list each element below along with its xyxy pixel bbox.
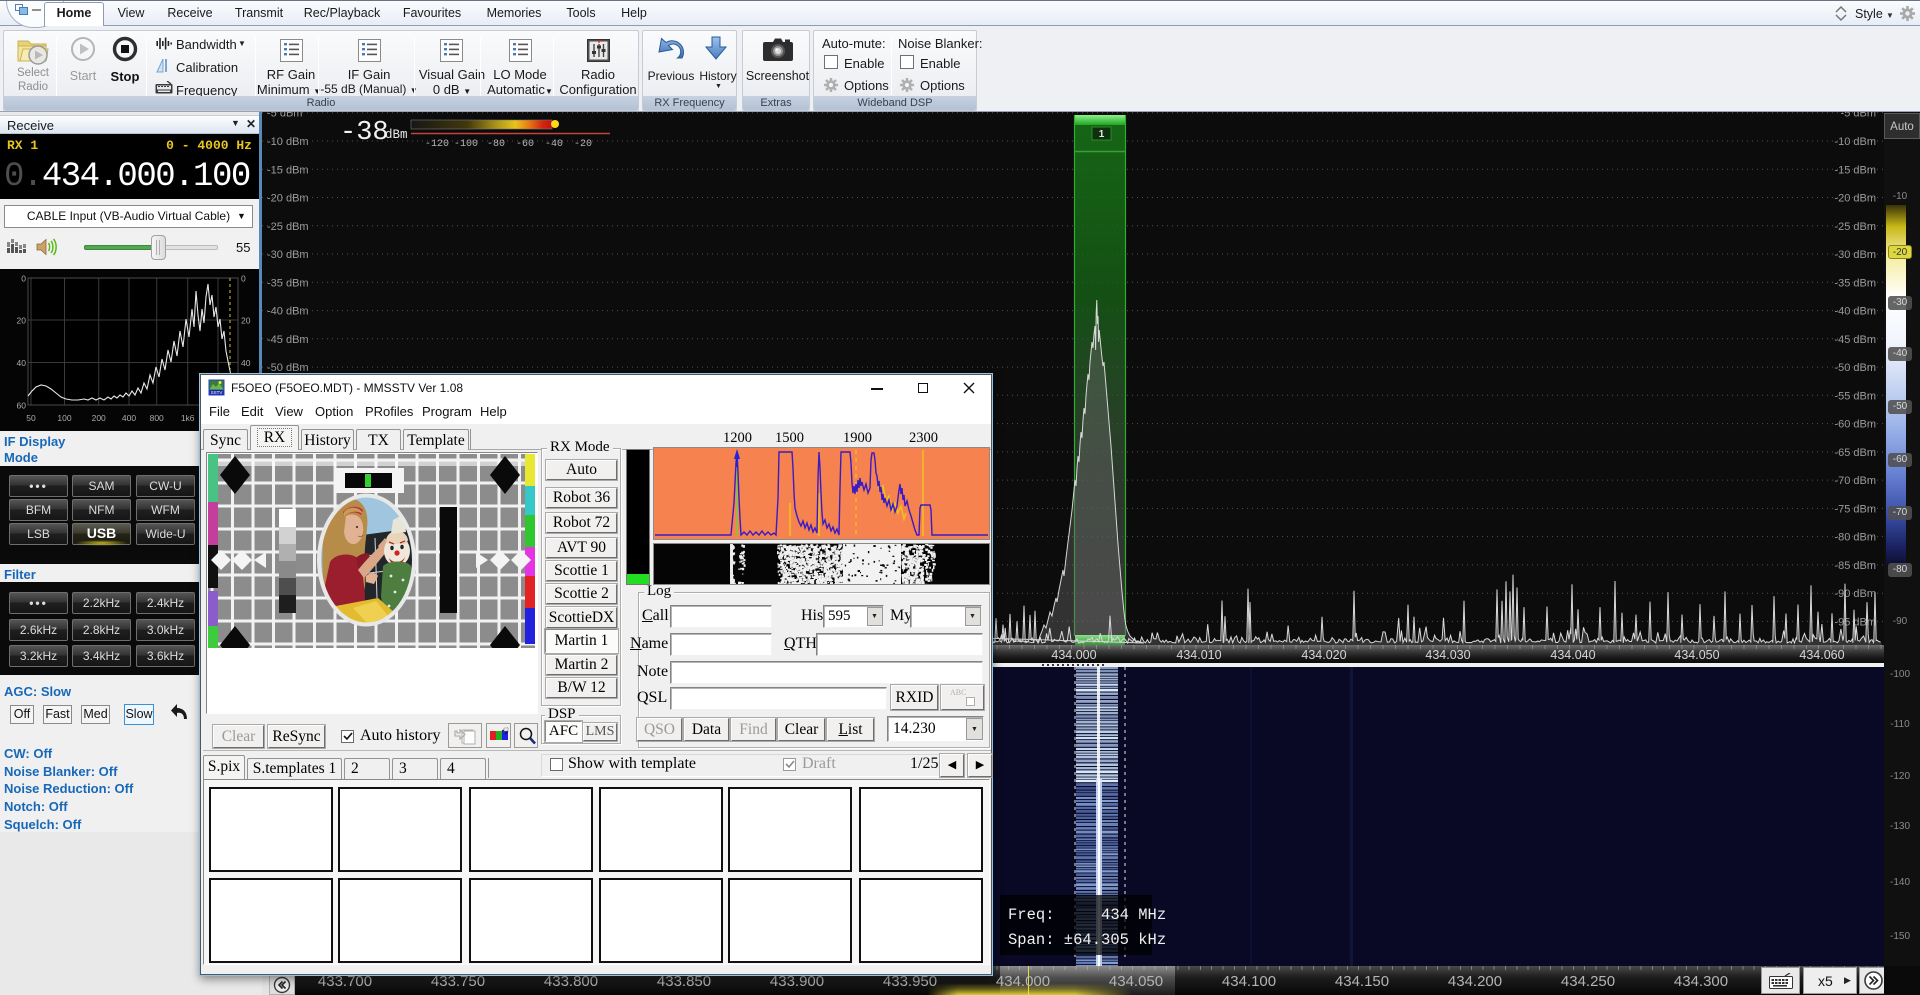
svg-text:-38: -38 <box>340 118 389 148</box>
svg-text:40: 40 <box>17 358 27 368</box>
svg-text:-30 dBm: -30 dBm <box>1834 249 1876 261</box>
svg-text:-20 dBm: -20 dBm <box>267 193 309 205</box>
svg-text:-15 dBm: -15 dBm <box>1834 164 1876 176</box>
svg-text:Span: ±64.305 kHz: Span: ±64.305 kHz <box>1008 931 1166 949</box>
svg-text:-10 dBm: -10 dBm <box>1834 136 1876 148</box>
svg-text:-120: -120 <box>425 139 449 150</box>
svg-text:-40 dBm: -40 dBm <box>267 306 309 318</box>
svg-text:-35 dBm: -35 dBm <box>1834 277 1876 289</box>
svg-text:0: 0 <box>21 274 26 284</box>
svg-text:60: 60 <box>17 401 27 411</box>
svg-text:-15 dBm: -15 dBm <box>267 164 309 176</box>
svg-text:-20: -20 <box>574 139 592 150</box>
svg-text:-5 dBm: -5 dBm <box>1841 112 1876 120</box>
svg-text:1: 1 <box>1099 129 1105 140</box>
svg-text:-65 dBm: -65 dBm <box>1834 447 1876 459</box>
svg-text:-25 dBm: -25 dBm <box>1834 221 1876 233</box>
svg-text:400: 400 <box>122 413 136 423</box>
svg-text:-20 dBm: -20 dBm <box>1834 193 1876 205</box>
svg-text:-100: -100 <box>454 139 478 150</box>
svg-text:800: 800 <box>150 413 164 423</box>
svg-text:-95 dBm: -95 dBm <box>1834 616 1876 628</box>
svg-text:-80: -80 <box>487 139 505 150</box>
svg-text:-5 dBm: -5 dBm <box>267 112 302 120</box>
svg-text:-75 dBm: -75 dBm <box>1834 503 1876 515</box>
svg-text:-45 dBm: -45 dBm <box>1834 334 1876 346</box>
svg-text:Freq: 434 MHz: Freq: 434 MHz <box>1008 906 1166 924</box>
svg-text:-60 dBm: -60 dBm <box>1834 419 1876 431</box>
svg-text:0: 0 <box>241 274 246 284</box>
svg-text:-50 dBm: -50 dBm <box>1834 362 1876 374</box>
svg-text:200: 200 <box>92 413 106 423</box>
svg-text:100: 100 <box>57 413 71 423</box>
svg-text:-55 dBm: -55 dBm <box>1834 390 1876 402</box>
svg-text:-60: -60 <box>516 139 534 150</box>
svg-text:-85 dBm: -85 dBm <box>1834 560 1876 572</box>
svg-text:SSTV: SSTV <box>211 390 223 395</box>
svg-text:1k6: 1k6 <box>181 413 195 423</box>
svg-text:-40 dBm: -40 dBm <box>1834 306 1876 318</box>
svg-text:20: 20 <box>241 316 251 326</box>
svg-text:40: 40 <box>241 358 251 368</box>
svg-text:-35 dBm: -35 dBm <box>267 277 309 289</box>
svg-text:-30 dBm: -30 dBm <box>267 249 309 261</box>
svg-text:dBm: dBm <box>385 128 408 142</box>
svg-text:-25 dBm: -25 dBm <box>267 221 309 233</box>
svg-text:-90 dBm: -90 dBm <box>1834 588 1876 600</box>
svg-text:20: 20 <box>17 316 27 326</box>
svg-text:50: 50 <box>26 413 36 423</box>
svg-text:-70 dBm: -70 dBm <box>1834 475 1876 487</box>
svg-text:-80 dBm: -80 dBm <box>1834 532 1876 544</box>
svg-text:-40: -40 <box>545 139 563 150</box>
svg-text:-10 dBm: -10 dBm <box>267 136 309 148</box>
svg-text:-45 dBm: -45 dBm <box>267 334 309 346</box>
